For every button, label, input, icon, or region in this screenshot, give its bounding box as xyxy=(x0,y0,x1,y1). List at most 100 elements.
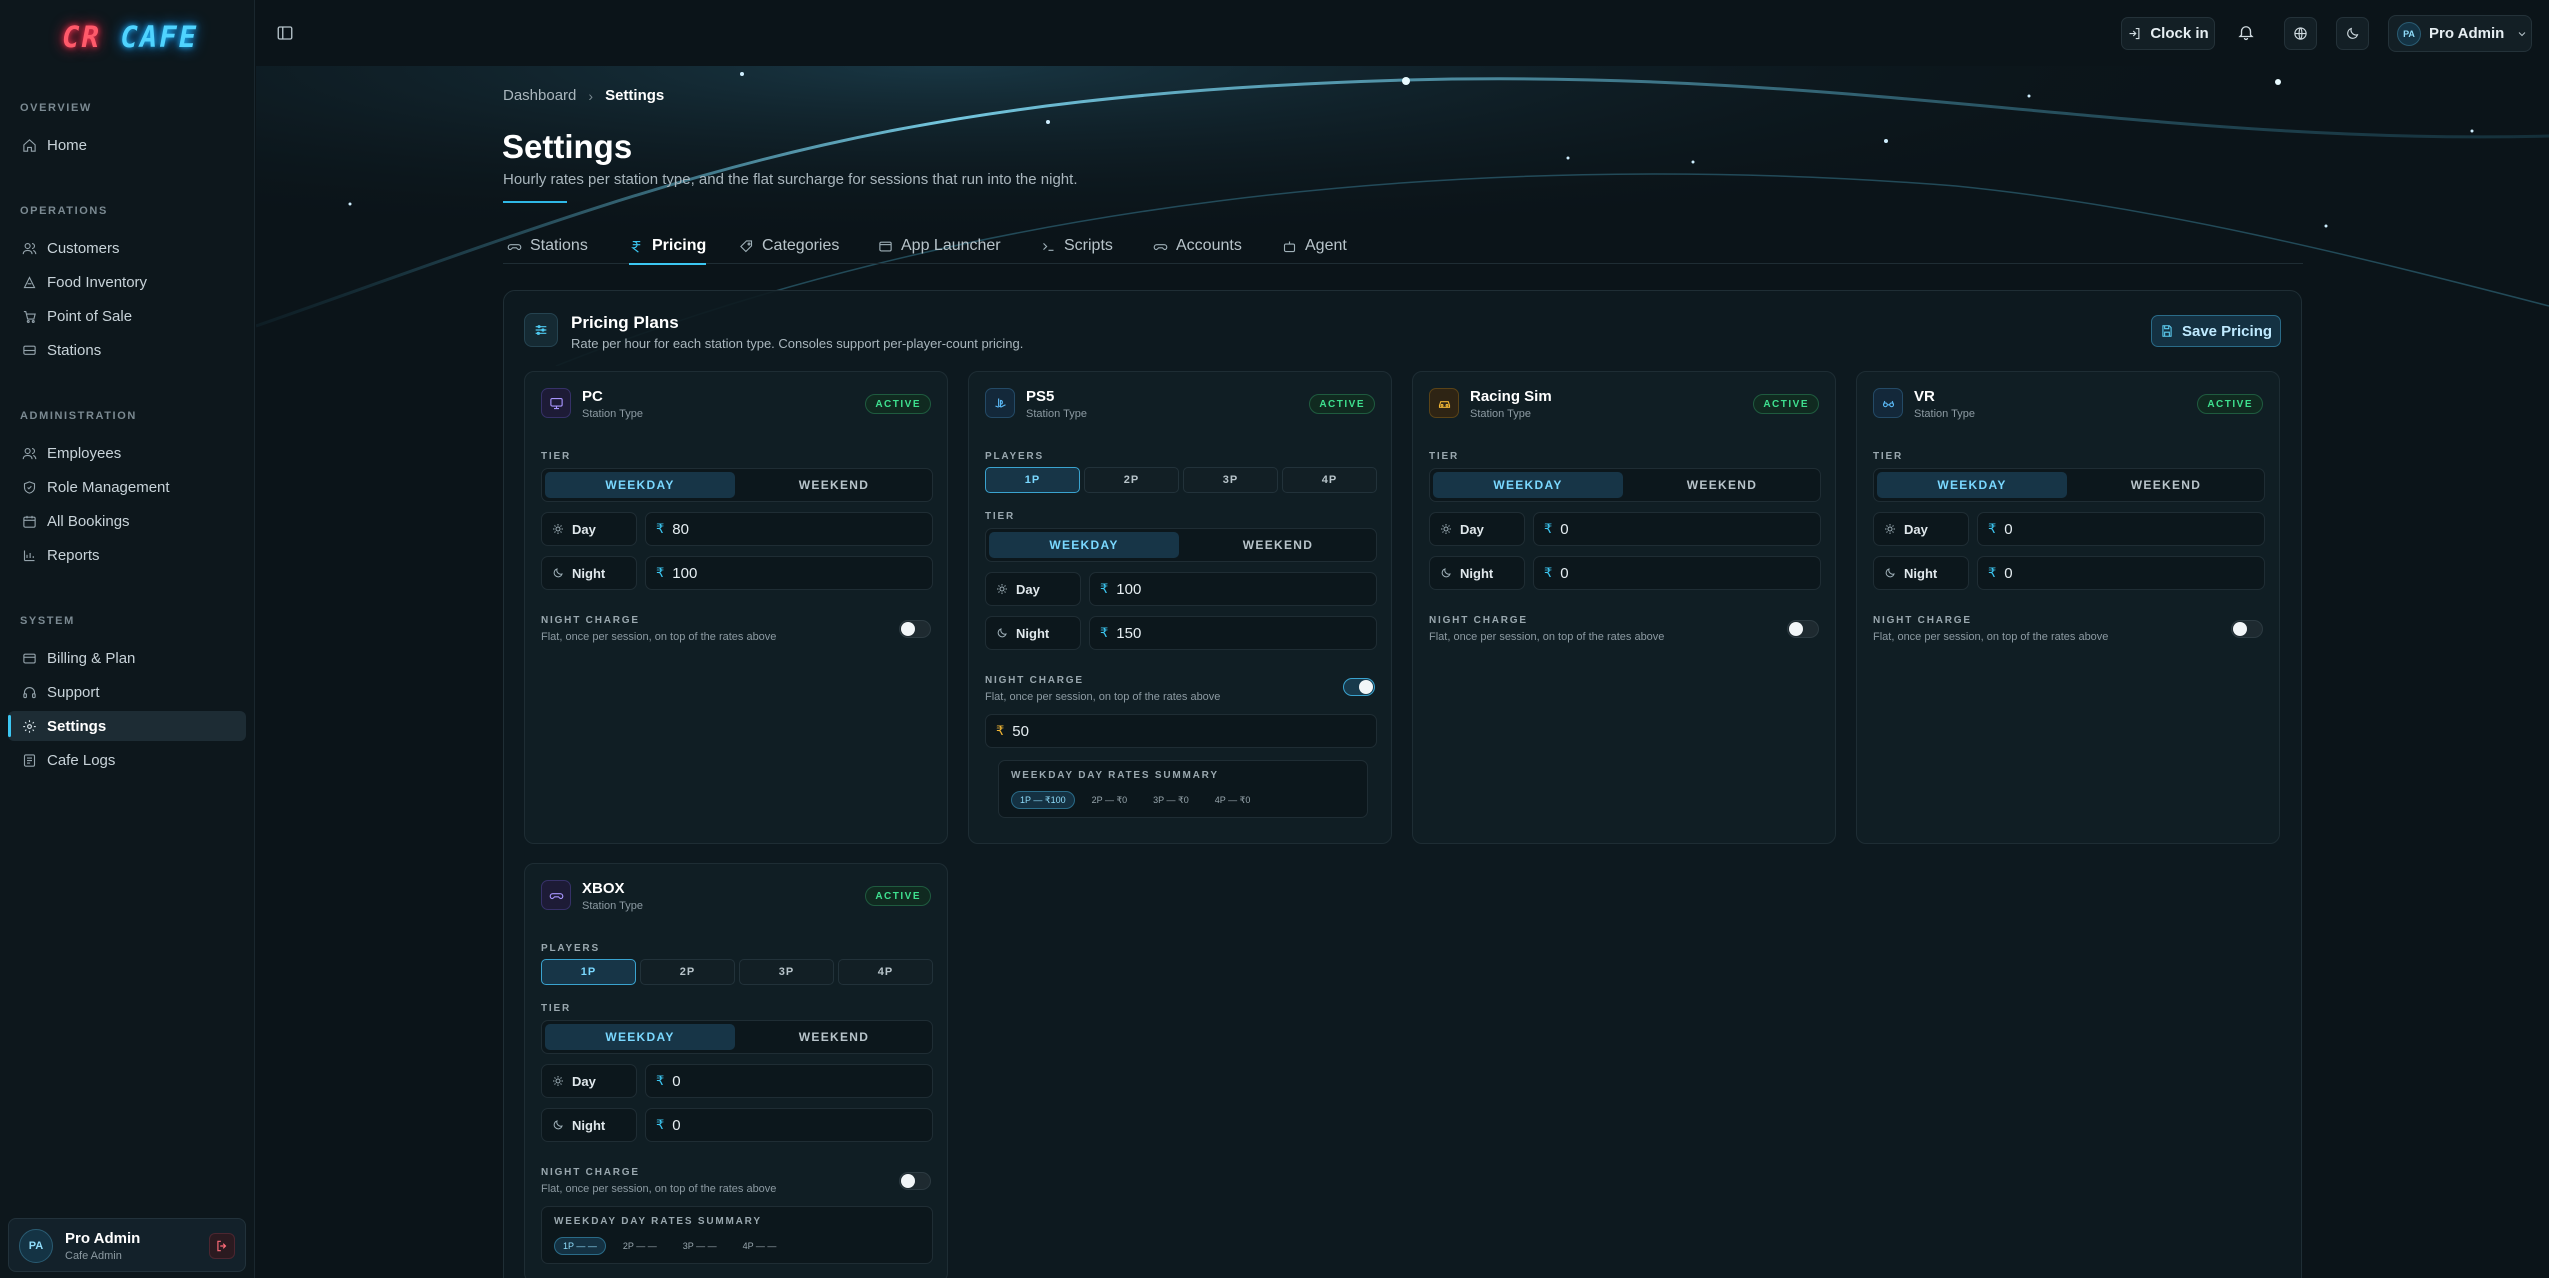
tier-weekend-button[interactable]: WEEKEND xyxy=(1627,472,1817,498)
night-rate-row: Night ₹0 xyxy=(1429,556,1821,590)
night-rate-input[interactable]: ₹0 xyxy=(645,1108,933,1142)
night-charge-description: Flat, once per session, on top of the ra… xyxy=(541,631,777,643)
sidebar-item-all-bookings[interactable]: All Bookings xyxy=(8,506,246,536)
tier-weekday-button[interactable]: WEEKDAY xyxy=(545,472,735,498)
panel-left-icon xyxy=(277,26,293,40)
player-option-4p[interactable]: 4P xyxy=(838,959,933,985)
car-icon xyxy=(1429,388,1459,418)
player-option-2p[interactable]: 2P xyxy=(640,959,735,985)
sidebar-item-customers[interactable]: Customers xyxy=(8,233,246,263)
sidebar-item-reports[interactable]: Reports xyxy=(8,540,246,570)
calendar-icon xyxy=(23,515,36,528)
day-rate-input[interactable]: ₹100 xyxy=(1089,572,1377,606)
night-rate-input[interactable]: ₹0 xyxy=(1977,556,2265,590)
save-pricing-button[interactable]: Save Pricing xyxy=(2151,315,2281,347)
night-rate-input[interactable]: ₹100 xyxy=(645,556,933,590)
player-option-2p[interactable]: 2P xyxy=(1084,467,1179,493)
night-charge-toggle[interactable] xyxy=(899,620,931,638)
day-rate-row: Day ₹100 xyxy=(985,572,1377,606)
player-option-4p[interactable]: 4P xyxy=(1282,467,1377,493)
sidebar-item-role-management[interactable]: Role Management xyxy=(8,472,246,502)
tier-weekend-button[interactable]: WEEKEND xyxy=(1183,532,1373,558)
day-rate-input[interactable]: ₹0 xyxy=(645,1064,933,1098)
day-rate-input[interactable]: ₹80 xyxy=(645,512,933,546)
tier-weekend-button[interactable]: WEEKEND xyxy=(739,1024,929,1050)
nav-section-administration: ADMINISTRATION xyxy=(20,410,137,422)
player-count-selector: 1P 2P 3P 4P xyxy=(985,467,1377,493)
clock-in-button[interactable]: Clock in xyxy=(2121,17,2215,50)
tab-accounts[interactable]: Accounts xyxy=(1153,228,1242,264)
sidebar-item-settings[interactable]: Settings xyxy=(8,711,246,741)
night-charge-toggle[interactable] xyxy=(1787,620,1819,638)
sidebar-toggle-button[interactable] xyxy=(276,24,296,44)
moon-icon xyxy=(997,628,1007,638)
gamepad-icon xyxy=(1153,243,1168,250)
headphones-icon xyxy=(23,686,36,698)
summary-chip: 2P — — xyxy=(622,1241,657,1251)
tier-weekday-button[interactable]: WEEKDAY xyxy=(989,532,1179,558)
tab-app-launcher[interactable]: App Launcher xyxy=(878,228,1001,264)
sidebar-item-food-inventory[interactable]: Food Inventory xyxy=(8,267,246,297)
sidebar-item-employees[interactable]: Employees xyxy=(8,438,246,468)
summary-chip: 3P — — xyxy=(682,1241,717,1251)
station-type-label: Station Type xyxy=(582,408,643,420)
tab-pricing[interactable]: Pricing xyxy=(629,228,707,265)
user-name: Pro Admin xyxy=(65,1230,141,1247)
day-rate-row: Day ₹0 xyxy=(1429,512,1821,546)
sidebar-item-billing-plan[interactable]: Billing & Plan xyxy=(8,643,246,673)
notifications-button[interactable] xyxy=(2237,23,2255,46)
sidebar-item-support[interactable]: Support xyxy=(8,677,246,707)
tab-scripts[interactable]: Scripts xyxy=(1041,228,1113,264)
player-option-1p[interactable]: 1P xyxy=(985,467,1080,493)
player-option-1p[interactable]: 1P xyxy=(541,959,636,985)
breadcrumb-dashboard[interactable]: Dashboard xyxy=(503,87,576,104)
day-rate-input[interactable]: ₹0 xyxy=(1977,512,2265,546)
night-charge-toggle[interactable] xyxy=(2231,620,2263,638)
tier-weekend-button[interactable]: WEEKEND xyxy=(739,472,929,498)
tab-agent[interactable]: Agent xyxy=(1282,228,1347,264)
status-badge: ACTIVE xyxy=(1753,394,1819,414)
night-rate-input[interactable]: ₹150 xyxy=(1089,616,1377,650)
gamepad-icon xyxy=(985,388,1015,418)
terminal-icon xyxy=(1043,242,1054,251)
player-option-3p[interactable]: 3P xyxy=(739,959,834,985)
profile-menu-button[interactable]: PA Pro Admin xyxy=(2388,15,2532,52)
cart-icon xyxy=(23,310,36,323)
logo[interactable]: CR CAFE xyxy=(62,20,198,54)
tag-icon xyxy=(740,239,753,252)
status-badge: ACTIVE xyxy=(2197,394,2263,414)
night-charge-toggle[interactable] xyxy=(899,1172,931,1190)
moon-icon xyxy=(1885,568,1895,578)
panel-title: Pricing Plans xyxy=(571,313,679,332)
panel-subtitle: Rate per hour for each station type. Con… xyxy=(571,336,1024,351)
sidebar-item-home[interactable]: Home xyxy=(8,130,246,160)
tier-toggle: WEEKDAY WEEKEND xyxy=(541,468,933,502)
theme-toggle-button[interactable] xyxy=(2336,17,2369,50)
rates-summary: WEEKDAY DAY RATES SUMMARY 1P — — 2P — — … xyxy=(541,1206,933,1264)
tier-weekend-button[interactable]: WEEKEND xyxy=(2071,472,2261,498)
tier-weekday-button[interactable]: WEEKDAY xyxy=(545,1024,735,1050)
title-underline xyxy=(503,201,567,203)
sidebar-item-point-of-sale[interactable]: Point of Sale xyxy=(8,301,246,331)
night-rate-input[interactable]: ₹0 xyxy=(1533,556,1821,590)
tier-weekday-button[interactable]: WEEKDAY xyxy=(1433,472,1623,498)
tier-weekday-button[interactable]: WEEKDAY xyxy=(1877,472,2067,498)
tab-stations[interactable]: Stations xyxy=(507,228,588,264)
tier-label: TIER xyxy=(1873,451,1903,462)
moon-icon xyxy=(2347,27,2359,39)
gamepad-icon xyxy=(507,243,522,250)
night-charge-input[interactable]: ₹50 xyxy=(985,714,1377,748)
language-button[interactable] xyxy=(2284,17,2317,50)
player-option-3p[interactable]: 3P xyxy=(1183,467,1278,493)
status-badge: ACTIVE xyxy=(1309,394,1375,414)
moon-icon xyxy=(1441,568,1451,578)
tab-categories[interactable]: Categories xyxy=(739,228,839,264)
sidebar-item-stations[interactable]: Stations xyxy=(8,335,246,365)
sidebar-item-cafe-logs[interactable]: Cafe Logs xyxy=(8,745,246,775)
day-rate-input[interactable]: ₹0 xyxy=(1533,512,1821,546)
night-charge-toggle[interactable] xyxy=(1343,678,1375,696)
rates-summary-title: WEEKDAY DAY RATES SUMMARY xyxy=(1011,770,1219,781)
station-card-vr: VR Station Type ACTIVE TIER WEEKDAY WEEK… xyxy=(1856,371,2280,844)
summary-chip: 4P — — xyxy=(742,1241,777,1251)
logout-button[interactable] xyxy=(209,1233,235,1259)
